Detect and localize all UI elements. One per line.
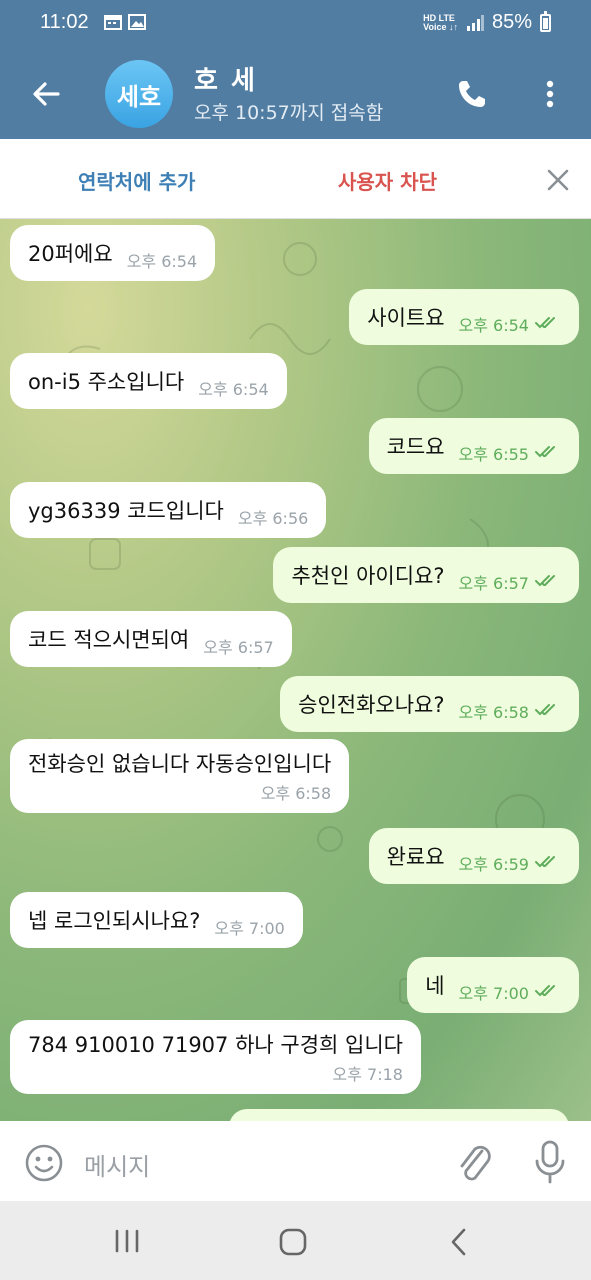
- message-time: 오후 6:54: [126, 252, 198, 271]
- close-icon[interactable]: [544, 166, 572, 194]
- message-text: yg36339 코드입니다: [28, 499, 224, 523]
- message-text: 추천인 아이디요?: [291, 564, 445, 588]
- message-bubble-incoming[interactable]: 코드 적으시면되여 오후 6:57: [10, 611, 292, 667]
- last-seen-status: 오후 10:57까지 접속함: [194, 102, 384, 124]
- message-time: 오후 7:00: [458, 984, 529, 1003]
- message-time: 오후 7:00: [214, 919, 285, 938]
- attach-paperclip-icon[interactable]: [454, 1141, 494, 1185]
- block-user-button[interactable]: 사용자 차단: [338, 166, 437, 195]
- message-time: 오후 7:18: [332, 1065, 403, 1084]
- message-text: 코드요: [386, 435, 445, 459]
- message-input[interactable]: 메시지: [84, 1147, 150, 1182]
- message-bubble-incoming[interactable]: yg36339 코드입니다 오후 6:56: [10, 482, 327, 538]
- network-indicator: HD LTE Voice ↓↑: [423, 12, 458, 32]
- read-check-icon: [535, 317, 555, 329]
- message-bubble-outgoing[interactable]: 사이트요 오후 6:54: [349, 289, 579, 345]
- message-bubble-incoming[interactable]: 20퍼에요 오후 6:54: [10, 225, 216, 281]
- message-text: 넵 로그인되시나요?: [28, 909, 201, 933]
- back-icon[interactable]: [446, 1227, 472, 1257]
- message-time: 오후 6:55: [458, 445, 529, 464]
- contact-action-bar: 연락처에 추가 사용자 차단: [0, 139, 591, 219]
- message-bubble-outgoing[interactable]: 완료요 오후 6:59: [368, 828, 579, 884]
- read-check-icon: [535, 575, 555, 587]
- message-time: 오후 6:58: [458, 703, 529, 722]
- microphone-icon[interactable]: [532, 1139, 568, 1185]
- battery-icon: [540, 10, 551, 32]
- avatar[interactable]: 세호: [105, 60, 173, 128]
- message-text: 20퍼에요: [28, 242, 113, 266]
- message-bubble-outgoing[interactable]: 추천인 아이디요? 오후 6:57: [273, 547, 579, 603]
- read-check-icon: [535, 704, 555, 716]
- read-check-icon: [535, 446, 555, 458]
- read-check-icon: [535, 985, 555, 997]
- message-text: 784 910010 71907 하나 구경희 입니다: [28, 1033, 403, 1057]
- message-bubble-incoming[interactable]: on-i5 주소입니다 오후 6:54: [10, 353, 287, 409]
- message-time: 오후 6:57: [203, 638, 274, 657]
- message-text: 네: [425, 974, 445, 998]
- message-time: 오후 6:59: [458, 855, 529, 874]
- back-arrow-icon[interactable]: [28, 76, 64, 112]
- status-time: 11:02: [40, 11, 89, 33]
- message-text: 승인전화오나요?: [298, 693, 445, 717]
- message-time: 오후 6:56: [237, 509, 309, 528]
- message-bubble-outgoing-partial[interactable]: [229, 1109, 569, 1121]
- signal-icon: [466, 14, 484, 31]
- message-time: 오후 6:57: [458, 574, 529, 593]
- chat-background: 20퍼에요 오후 6:54 사이트요 오후 6:54 on-i5 주소입니다 오…: [0, 219, 591, 1121]
- gallery-icon: [128, 14, 146, 30]
- status-right: HD LTE Voice ↓↑ 85%: [423, 10, 551, 34]
- message-input-bar: 메시지: [0, 1121, 591, 1201]
- message-bubble-incoming[interactable]: 넵 로그인되시나요? 오후 7:00: [10, 892, 303, 948]
- recent-apps-icon[interactable]: [112, 1229, 142, 1253]
- message-bubble-outgoing[interactable]: 코드요 오후 6:55: [368, 418, 579, 474]
- more-options-icon[interactable]: [538, 76, 562, 112]
- emoji-icon[interactable]: [24, 1143, 64, 1183]
- calendar-icon: [104, 15, 122, 30]
- system-nav-bar: [0, 1201, 591, 1280]
- message-bubble-outgoing[interactable]: 네 오후 7:00: [407, 957, 579, 1013]
- status-bar: 11:02 HD LTE Voice ↓↑ 85%: [0, 0, 591, 48]
- message-text: 전화승인 없습니다 자동승인입니다: [28, 752, 332, 776]
- message-time: 오후 6:54: [198, 380, 269, 399]
- home-icon[interactable]: [278, 1227, 308, 1257]
- message-bubble-outgoing[interactable]: 승인전화오나요? 오후 6:58: [280, 676, 579, 732]
- message-time: 오후 6:54: [458, 316, 529, 335]
- message-time: 오후 6:58: [260, 784, 332, 803]
- chat-title[interactable]: 호 세: [194, 60, 257, 97]
- message-text: 사이트요: [367, 306, 445, 330]
- battery-percent: 85%: [491, 11, 532, 33]
- read-check-icon: [535, 856, 555, 868]
- message-bubble-incoming[interactable]: 전화승인 없습니다 자동승인입니다 오후 6:58: [10, 739, 350, 813]
- phone-icon[interactable]: [454, 76, 490, 112]
- message-bubble-incoming[interactable]: 784 910010 71907 하나 구경희 입니다 오후 7:18: [10, 1020, 421, 1094]
- message-text: 코드 적으시면되여: [28, 628, 190, 652]
- chat-header: 세호 호 세 오후 10:57까지 접속함: [0, 48, 591, 139]
- add-contact-button[interactable]: 연락처에 추가: [78, 166, 195, 195]
- message-text: on-i5 주소입니다: [28, 370, 185, 394]
- message-text: 완료요: [386, 845, 445, 869]
